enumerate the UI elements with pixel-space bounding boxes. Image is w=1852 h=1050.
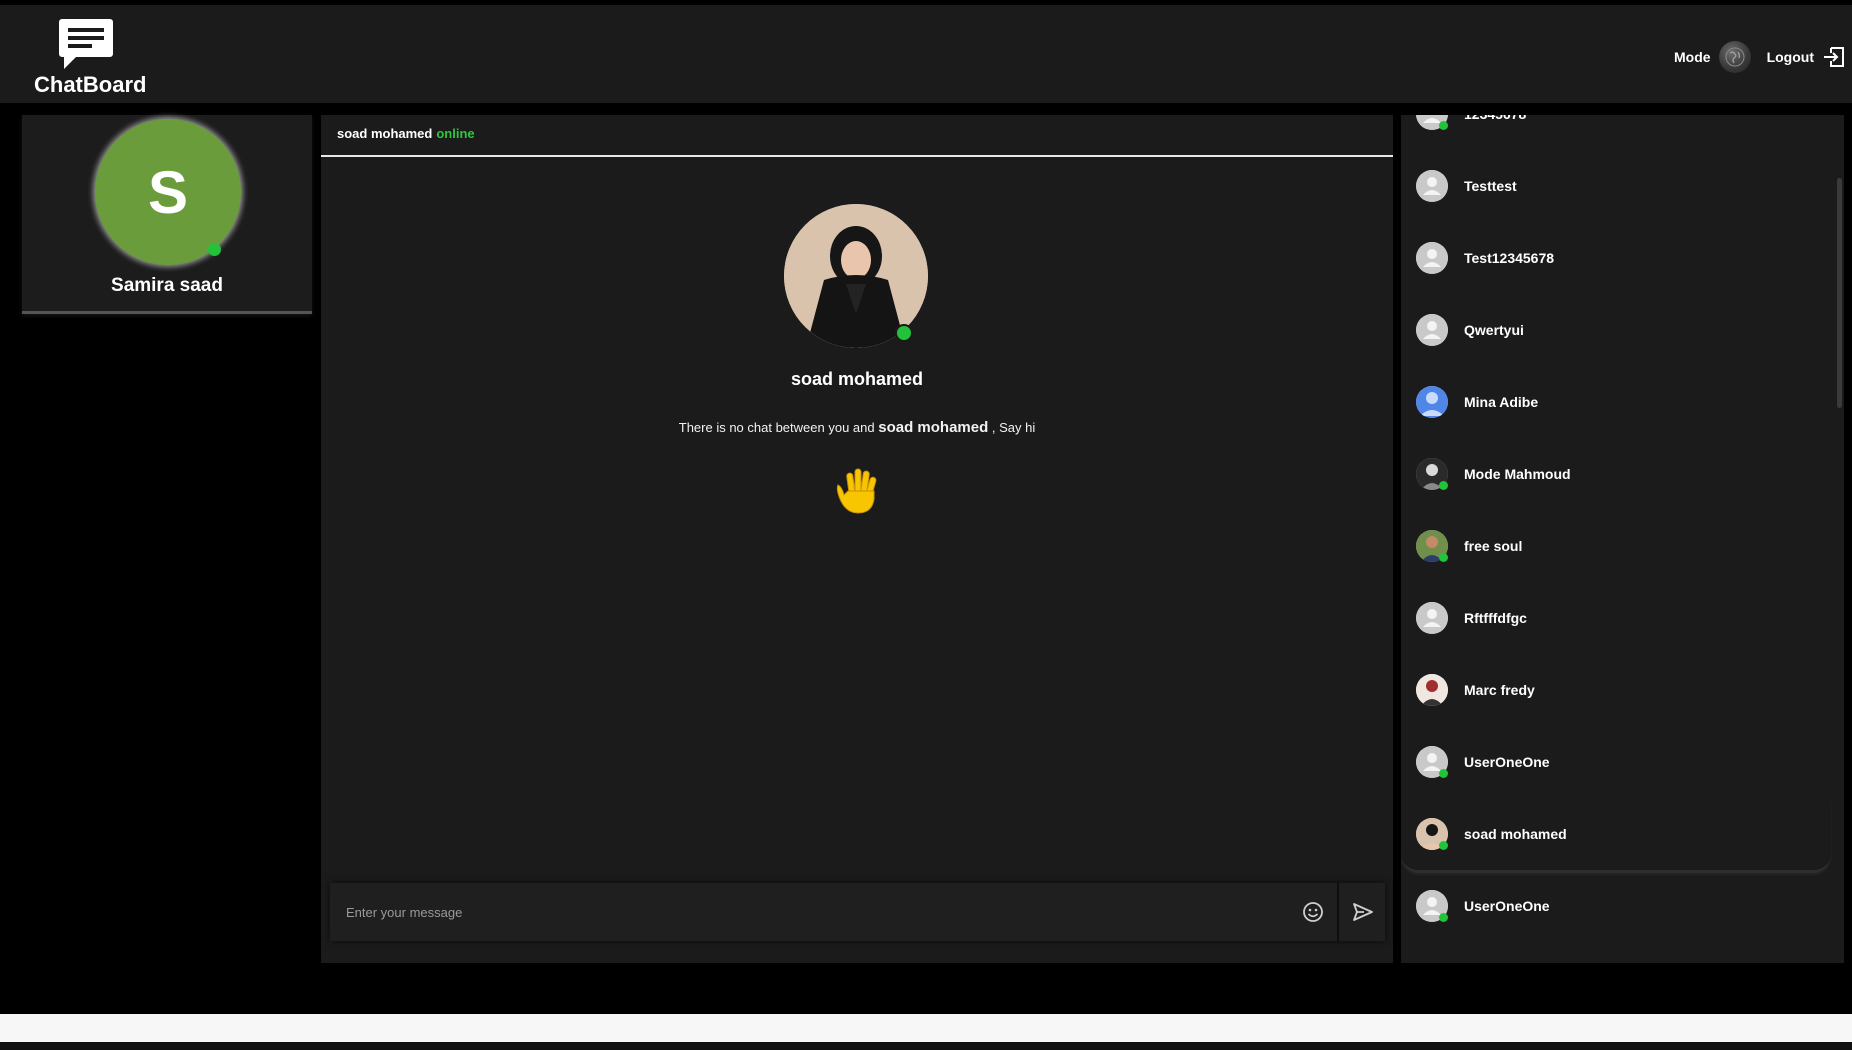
chat-header: soad mohamed online: [321, 115, 1393, 157]
online-indicator: [1439, 481, 1448, 490]
online-indicator: [1439, 121, 1448, 130]
contact-name: Marc fredy: [1464, 682, 1535, 698]
online-indicator: [208, 243, 221, 256]
logout-icon: [1824, 47, 1844, 67]
current-user-name: Samira saad: [111, 275, 223, 296]
online-indicator: [1439, 841, 1448, 850]
contact-list-item[interactable]: Qwertyui: [1401, 294, 1831, 366]
globe-icon: [1725, 47, 1745, 67]
contact-online-indicator: [895, 324, 913, 342]
contact-list-item[interactable]: Marc fredy: [1401, 654, 1831, 726]
app-logo[interactable]: ChatBoard: [34, 17, 164, 97]
contact-name: Rftfffdfgc: [1464, 610, 1527, 626]
online-indicator: [1439, 769, 1448, 778]
default-avatar-icon: [1416, 170, 1448, 202]
contact-list-item[interactable]: Mode Mahmoud: [1401, 438, 1831, 510]
header-actions: Mode Logout: [1674, 35, 1846, 79]
contact-list-item[interactable]: Test12345678: [1401, 222, 1831, 294]
waving-hand-icon: [834, 465, 882, 517]
message-input[interactable]: [330, 883, 1320, 941]
logout-label: Logout: [1766, 49, 1814, 65]
chat-panel: soad mohamed online soad mohamed There is…: [321, 115, 1393, 963]
contact-name: free soul: [1464, 538, 1523, 554]
chat-bubble-icon: [58, 17, 114, 71]
bottom-edge: [0, 1042, 1852, 1050]
chat-contact-name: soad mohamed: [337, 126, 433, 141]
contact-name: Testtest: [1464, 178, 1517, 194]
contact-name: Test12345678: [1464, 250, 1555, 266]
contact-avatar: [1416, 386, 1448, 418]
contact-name: UserOneOne: [1464, 754, 1550, 770]
contact-list-item[interactable]: Mina Adibe: [1401, 366, 1831, 438]
empty-chat-text-after: , Say hi: [991, 420, 1036, 435]
empty-chat-message: There is no chat between you and soad mo…: [321, 419, 1393, 436]
contact-name: UserOneOne: [1464, 898, 1550, 914]
online-indicator: [1439, 553, 1448, 562]
app-root: ChatBoard Mode Logout S Samira saad soad…: [0, 0, 1852, 1050]
chat-header-title: soad mohamed online: [337, 126, 475, 141]
mode-toggle-button[interactable]: [1718, 41, 1751, 73]
empty-chat-text-before: There is no chat between you and: [678, 420, 875, 435]
contact-list-item[interactable]: Testtest: [1401, 150, 1831, 222]
contact-name: Mode Mahmoud: [1464, 466, 1571, 482]
smiley-icon: [1303, 902, 1323, 922]
contact-list-item[interactable]: UserOneOne: [1401, 870, 1831, 942]
current-user-initial: S: [147, 158, 189, 226]
contact-name: Qwertyui: [1464, 322, 1524, 338]
contact-list-item[interactable]: soad mohamed: [1401, 798, 1831, 873]
send-button[interactable]: [1337, 883, 1387, 941]
contact-name-heading: soad mohamed: [790, 369, 924, 389]
contact-name: 12345678: [1464, 115, 1526, 122]
page-footer-band: [0, 1014, 1852, 1042]
online-indicator: [1439, 913, 1448, 922]
default-avatar-icon: [1416, 242, 1448, 274]
contact-list-item[interactable]: 12345678: [1401, 115, 1831, 150]
default-avatar-icon: [1416, 314, 1448, 346]
app-name: ChatBoard: [34, 72, 147, 97]
logout-button[interactable]: Logout: [1767, 45, 1846, 69]
contact-list-item[interactable]: free soul: [1401, 510, 1831, 582]
mode-label: Mode: [1674, 49, 1711, 65]
contact-list-item[interactable]: Rftfffdfgc: [1401, 582, 1831, 654]
contact-name: soad mohamed: [1464, 826, 1567, 842]
message-composer: [330, 883, 1385, 941]
contact-list[interactable]: 12345678 Testtest Test12345678 Qwertyui Mina…: [1401, 115, 1844, 963]
default-avatar-icon: [1416, 602, 1448, 634]
current-user-card: S Samira saad: [22, 115, 312, 314]
contact-list-scrollbar[interactable]: [1837, 178, 1842, 408]
contact-name: Mina Adibe: [1464, 394, 1539, 410]
emoji-button[interactable]: [1302, 901, 1324, 923]
contact-avatar: [1416, 674, 1448, 706]
app-header: ChatBoard Mode Logout: [0, 5, 1852, 103]
current-user-avatar[interactable]: S: [95, 119, 241, 265]
send-icon: [1353, 903, 1373, 921]
contact-list-item[interactable]: UserOneOne: [1401, 726, 1831, 798]
empty-chat-contact-name: soad mohamed: [878, 419, 989, 436]
chat-contact-status: online: [436, 126, 475, 141]
